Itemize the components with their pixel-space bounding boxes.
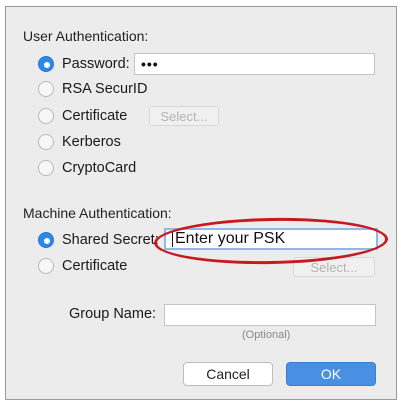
radio-password[interactable]: Password: — [38, 54, 130, 74]
shared-secret-value: Enter your PSK — [175, 230, 286, 247]
vpn-auth-dialog: User Authentication: Password: ••• RSA S… — [5, 6, 397, 400]
text-cursor — [172, 231, 173, 247]
machine-auth-heading: Machine Authentication: — [23, 205, 172, 221]
radio-kerberos-indicator[interactable] — [38, 134, 54, 150]
radio-rsa-securid[interactable]: RSA SecurID — [38, 79, 147, 99]
cancel-button[interactable]: Cancel — [183, 362, 273, 386]
radio-password-indicator[interactable] — [38, 56, 54, 72]
radio-cryptocard[interactable]: CryptoCard — [38, 158, 136, 178]
user-certificate-select-button[interactable]: Select... — [149, 106, 219, 126]
radio-shared-secret-label: Shared Secret: — [62, 232, 159, 248]
radio-user-certificate-label: Certificate — [62, 108, 128, 124]
group-name-field[interactable] — [164, 304, 376, 326]
radio-kerberos-label: Kerberos — [62, 134, 121, 150]
radio-user-certificate[interactable]: Certificate — [38, 106, 127, 126]
radio-shared-secret[interactable]: Shared Secret: — [38, 230, 159, 250]
shared-secret-field[interactable]: Enter your PSK — [164, 228, 378, 250]
machine-certificate-select-button[interactable]: Select... — [293, 257, 375, 277]
radio-kerberos[interactable]: Kerberos — [38, 132, 121, 152]
radio-shared-secret-indicator[interactable] — [38, 232, 54, 248]
radio-cryptocard-label: CryptoCard — [62, 160, 137, 176]
radio-user-certificate-indicator[interactable] — [38, 108, 54, 124]
radio-password-label: Password: — [62, 56, 130, 72]
radio-machine-certificate[interactable]: Certificate — [38, 256, 127, 276]
group-name-hint: (Optional) — [242, 329, 291, 341]
ok-button[interactable]: OK — [286, 362, 376, 386]
password-field[interactable]: ••• — [134, 53, 375, 75]
radio-rsa-label: RSA SecurID — [62, 81, 148, 97]
group-name-label: Group Name: — [69, 306, 157, 322]
radio-cryptocard-indicator[interactable] — [38, 160, 54, 176]
radio-machine-certificate-indicator[interactable] — [38, 258, 54, 274]
radio-machine-certificate-label: Certificate — [62, 258, 128, 274]
radio-rsa-indicator[interactable] — [38, 81, 54, 97]
user-auth-heading: User Authentication: — [23, 28, 149, 44]
